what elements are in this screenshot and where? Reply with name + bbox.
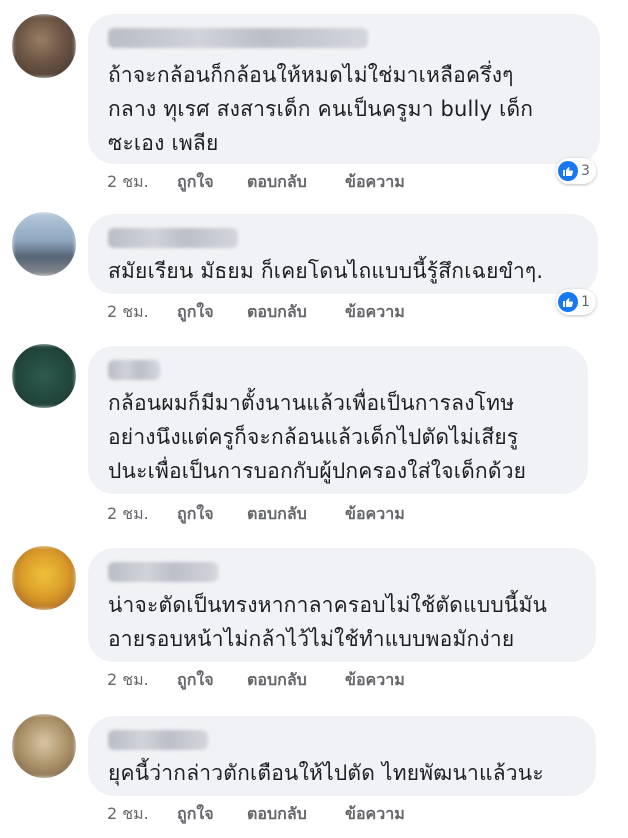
author-name-blurred[interactable] [108,730,208,750]
timestamp[interactable]: 2 ชม. [107,802,177,827]
avatar[interactable] [12,714,76,778]
message-button[interactable]: ข้อความ [345,170,405,195]
reply-button[interactable]: ตอบกลับ [247,300,345,325]
comment-bubble: กล้อนผมก็มีมาตั้งนานแล้วเพื่อเป็นการลงโท… [88,346,588,494]
thumbs-up-icon [558,292,578,312]
reaction-count[interactable]: 3 [556,158,596,184]
comment-actions: 2 ชม. ถูกใจ ตอบกลับ ข้อความ [107,668,405,693]
comment-bubble: น่าจะตัดเป็นทรงหากาลาครอบไม่ใช้ตัดแบบนี้… [88,548,596,662]
timestamp[interactable]: 2 ชม. [107,300,177,325]
timestamp[interactable]: 2 ชม. [107,668,177,693]
comment-text: สมัยเรียน มัธยม ก็เคยโดนไถแบบนี้รู้สึกเฉ… [108,259,544,283]
like-button[interactable]: ถูกใจ [177,502,247,527]
thumbs-up-icon [558,161,578,181]
comment-text: น่าจะตัดเป็นทรงหากาลาครอบไม่ใช้ตัดแบบนี้… [108,593,548,651]
comment-bubble: ยุคนี้ว่ากล่าวตักเตือนให้ไปตัด ไทยพัฒนาแ… [88,716,596,796]
reply-button[interactable]: ตอบกลับ [247,668,345,693]
timestamp[interactable]: 2 ชม. [107,170,177,195]
author-name-blurred[interactable] [108,562,218,582]
message-button[interactable]: ข้อความ [345,300,405,325]
avatar[interactable] [12,14,76,78]
message-button[interactable]: ข้อความ [345,502,405,527]
message-button[interactable]: ข้อความ [345,802,405,827]
author-name-blurred[interactable] [108,228,238,248]
author-name-blurred[interactable] [108,360,160,380]
avatar[interactable] [12,212,76,276]
comment-actions: 2 ชม. ถูกใจ ตอบกลับ ข้อความ [107,170,405,195]
comment-text: ถ้าจะกล้อนก็กล้อนให้หมดไม่ใช่มาเหลือครึ่… [108,63,534,155]
comment-bubble: สมัยเรียน มัธยม ก็เคยโดนไถแบบนี้รู้สึกเฉ… [88,214,598,294]
like-button[interactable]: ถูกใจ [177,300,247,325]
comment-text: กล้อนผมก็มีมาตั้งนานแล้วเพื่อเป็นการลงโท… [108,391,527,483]
message-button[interactable]: ข้อความ [345,668,405,693]
reply-button[interactable]: ตอบกลับ [247,170,345,195]
like-button[interactable]: ถูกใจ [177,668,247,693]
reaction-number: 3 [581,163,590,179]
reaction-number: 1 [581,294,590,310]
comment-actions: 2 ชม. ถูกใจ ตอบกลับ ข้อความ [107,802,405,827]
comment-actions: 2 ชม. ถูกใจ ตอบกลับ ข้อความ [107,502,405,527]
reaction-count[interactable]: 1 [556,289,596,315]
comment-actions: 2 ชม. ถูกใจ ตอบกลับ ข้อความ [107,300,405,325]
reply-button[interactable]: ตอบกลับ [247,502,345,527]
avatar[interactable] [12,344,76,408]
like-button[interactable]: ถูกใจ [177,802,247,827]
comment-text: ยุคนี้ว่ากล่าวตักเตือนให้ไปตัด ไทยพัฒนาแ… [108,761,544,785]
like-button[interactable]: ถูกใจ [177,170,247,195]
reply-button[interactable]: ตอบกลับ [247,802,345,827]
author-name-blurred[interactable] [108,28,368,48]
comment-bubble: ถ้าจะกล้อนก็กล้อนให้หมดไม่ใช่มาเหลือครึ่… [88,14,600,164]
timestamp[interactable]: 2 ชม. [107,502,177,527]
avatar[interactable] [12,546,76,610]
